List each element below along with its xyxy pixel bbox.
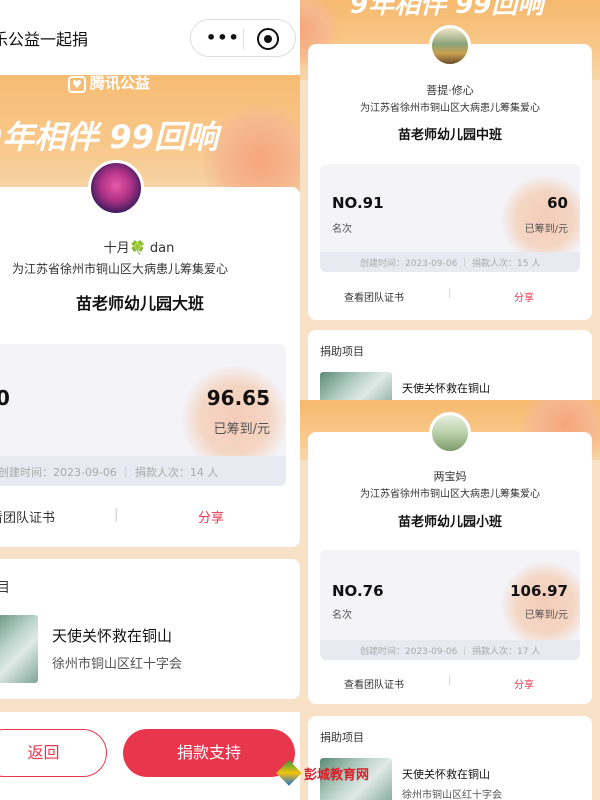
amount-label: 已筹到/元	[213, 422, 270, 437]
banner-slogan: 9年相伴 99回响	[350, 0, 544, 20]
team-certificate-link[interactable]: 看团队证书	[0, 507, 55, 526]
cause-text: 为江苏省徐州市铜山区大病患儿筹集爱心	[11, 262, 228, 276]
rank-value: NO.91	[332, 194, 384, 212]
share-link[interactable]: 分享	[514, 676, 534, 691]
section-title: 目	[0, 580, 10, 596]
section-title: 捐助项目	[320, 731, 364, 744]
user-name: 十月🍀 dan	[103, 241, 175, 256]
capsule-divider	[243, 29, 244, 49]
team-certificate-link[interactable]: 查看团队证书	[344, 676, 404, 691]
team-name: 苗老师幼儿园大班	[75, 294, 204, 313]
nav-bar: 乐公益一起捐 •••	[0, 0, 300, 75]
meta-bar: 创建时间：2023-09-06 ｜ 捐款人次：17 人	[320, 640, 580, 660]
project-card: 目 天使关怀救在铜山 徐州市铜山区红十字会	[0, 559, 300, 699]
stats-box: NO.76 名次 106.97 已筹到/元 创建时间：2023-09-06 ｜ …	[320, 550, 580, 660]
stats-box: 0 96.65 已筹到/元 创建时间：2023-09-06 ｜ 捐款人次：14 …	[0, 344, 286, 486]
user-avatar	[429, 25, 471, 67]
share-link[interactable]: 分享	[198, 507, 224, 526]
banner: ♥ 腾讯公益 9年相伴 99回响	[0, 60, 300, 220]
more-icon[interactable]: •••	[206, 28, 240, 47]
action-divider: |	[448, 288, 452, 299]
tencent-charity-logo: ♥ 腾讯公益	[68, 72, 150, 93]
site-watermark: 彭城教育网	[276, 760, 380, 786]
team-card: 菩提·修心 为江苏省徐州市铜山区大病患儿筹集爱心 苗老师幼儿园中班 NO.91 …	[308, 44, 592, 320]
left-screenshot: ♥ 腾讯公益 9年相伴 99回响 乐公益一起捐 ••• 十月🍀 dan 为江苏省徐…	[0, 0, 300, 800]
amount-value: 96.65	[206, 386, 270, 410]
project-card: 捐助项目 天使关怀救在铜山	[308, 330, 592, 400]
team-card: 两宝妈 为江苏省徐州市铜山区大病患儿筹集爱心 苗老师幼儿园小班 NO.76 名次…	[308, 432, 592, 704]
nav-title: 乐公益一起捐	[0, 30, 89, 49]
back-button[interactable]: 返回	[0, 729, 107, 777]
rank-value: 0	[0, 386, 10, 410]
amount-value: 106.97	[510, 582, 568, 600]
banner-slogan: 9年相伴 99回响	[0, 118, 218, 156]
rank-label: 名次	[332, 610, 352, 621]
mini-program-capsule[interactable]: •••	[190, 19, 296, 57]
team-card: 十月🍀 dan 为江苏省徐州市铜山区大病患儿筹集爱心 苗老师幼儿园大班 0 96…	[0, 187, 300, 547]
project-thumbnail	[320, 372, 392, 400]
amount-label: 已筹到/元	[524, 224, 568, 235]
project-title[interactable]: 天使关怀救在铜山	[402, 766, 490, 782]
user-name: 两宝妈	[433, 470, 467, 483]
user-avatar	[88, 160, 144, 216]
project-title[interactable]: 天使关怀救在铜山	[52, 625, 172, 646]
meta-bar: 创建时间：2023-09-06 ｜ 捐款人次：14 人	[0, 456, 286, 486]
flower-decoration	[500, 560, 580, 650]
share-link[interactable]: 分享	[514, 289, 534, 304]
stats-box: NO.91 名次 60 已筹到/元 创建时间：2023-09-06 ｜ 捐款人次…	[320, 164, 580, 272]
meta-bar: 创建时间：2023-09-06 ｜ 捐款人次：15 人	[320, 252, 580, 272]
flower-decoration	[500, 174, 580, 264]
project-org: 徐州市铜山区红十字会	[402, 790, 502, 800]
amount-value: 60	[547, 194, 568, 212]
action-divider: |	[448, 675, 452, 686]
amount-label: 已筹到/元	[524, 610, 568, 621]
project-thumbnail	[0, 615, 38, 683]
team-name: 苗老师幼儿园中班	[397, 128, 502, 143]
action-divider: |	[114, 507, 119, 522]
right-top-screenshot: 9年相伴 99回响 菩提·修心 为江苏省徐州市铜山区大病患儿筹集爱心 苗老师幼儿…	[300, 0, 600, 400]
user-name: 菩提·修心	[426, 84, 474, 97]
team-name: 苗老师幼儿园小班	[397, 515, 502, 530]
user-avatar	[429, 412, 471, 454]
right-bottom-screenshot: 两宝妈 为江苏省徐州市铜山区大病患儿筹集爱心 苗老师幼儿园小班 NO.76 名次…	[300, 400, 600, 800]
rank-value: NO.76	[332, 582, 384, 600]
project-org: 徐州市铜山区红十字会	[52, 657, 183, 672]
team-certificate-link[interactable]: 查看团队证书	[344, 289, 404, 304]
cause-text: 为江苏省徐州市铜山区大病患儿筹集爱心	[360, 103, 540, 114]
cause-text: 为江苏省徐州市铜山区大病患儿筹集爱心	[360, 489, 540, 500]
project-title[interactable]: 天使关怀救在铜山	[402, 380, 490, 396]
watermark-logo-icon	[276, 760, 302, 786]
donate-button[interactable]: 捐款支持	[123, 729, 295, 777]
watermark-text: 彭城教育网	[304, 768, 370, 783]
section-title: 捐助项目	[320, 345, 364, 358]
project-card: 捐助项目 天使关怀救在铜山 徐州市铜山区红十字会	[308, 716, 592, 800]
close-target-icon[interactable]	[257, 28, 279, 50]
rank-label: 名次	[332, 224, 352, 235]
